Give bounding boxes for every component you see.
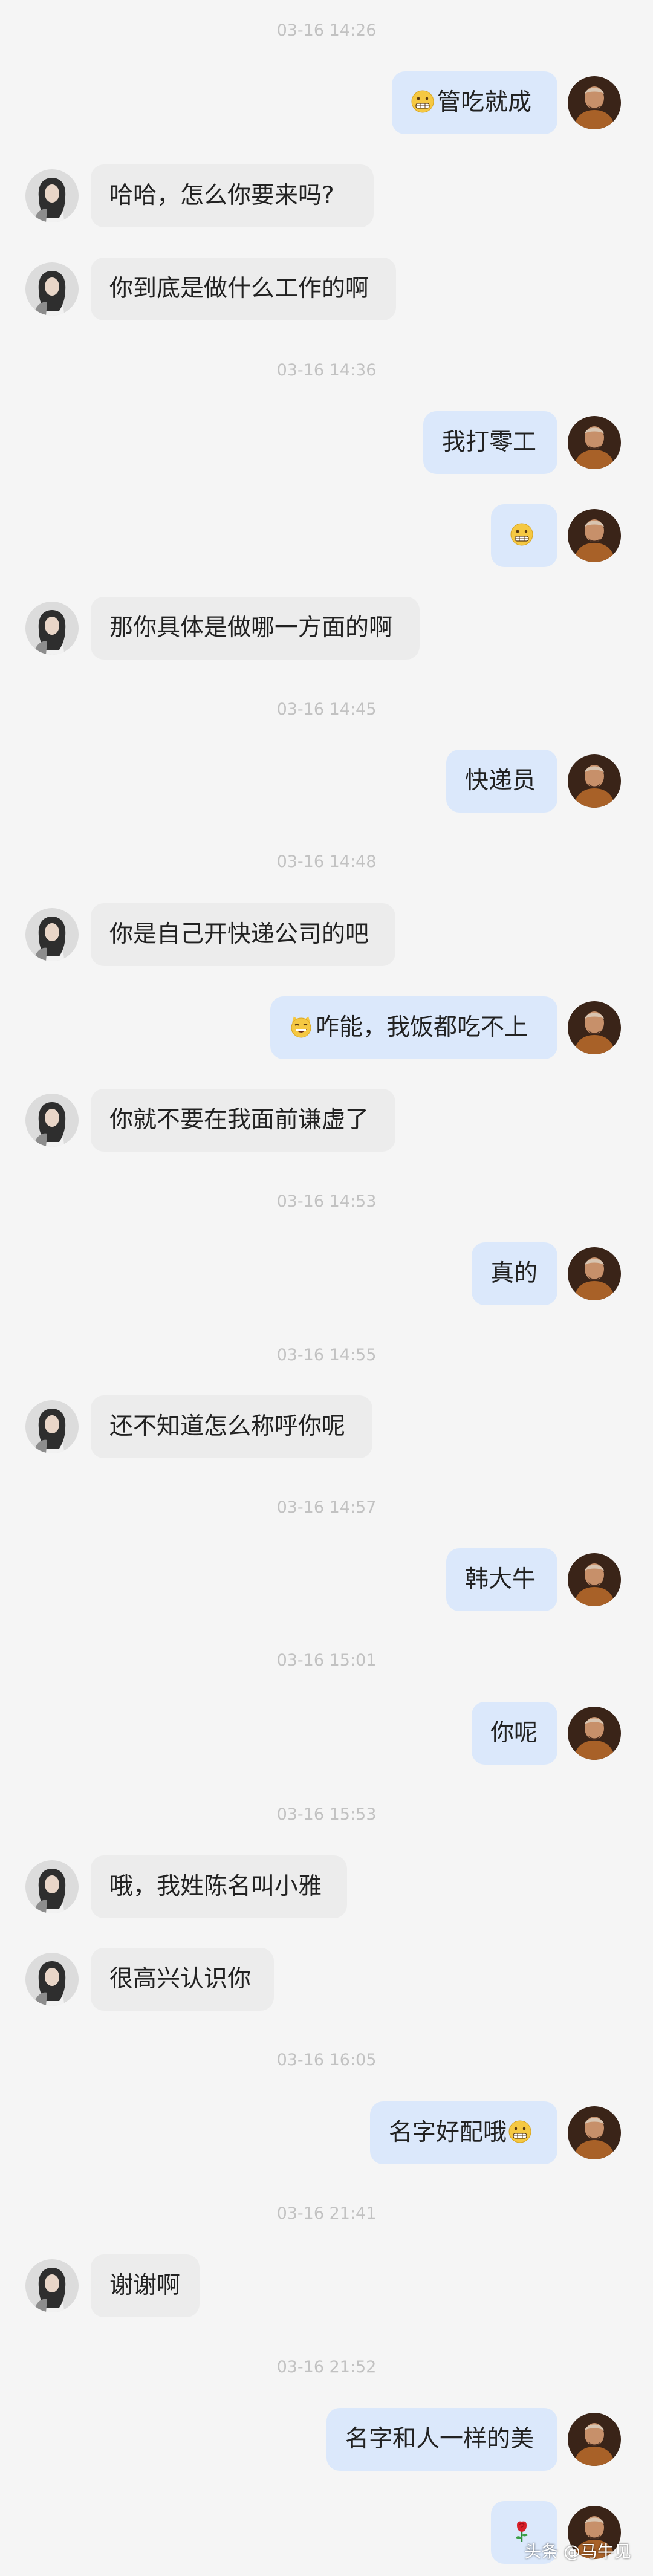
user-avatar[interactable] [568,416,621,469]
incoming-message: 你到底是做什么工作的啊 [0,258,653,320]
message-text: 你就不要在我面前谦虚了 [109,1106,369,1134]
message-bubble[interactable]: 我打零工 [423,411,557,474]
message-text: 名字和人一样的美 [345,2425,534,2453]
incoming-message: 你就不要在我面前谦虚了 [0,1089,653,1152]
contact-avatar[interactable] [25,262,79,316]
timestamp: 03-16 15:01 [276,1651,377,1670]
outgoing-message: 管吃就成 [0,71,653,134]
timestamp: 03-16 14:36 [276,361,377,380]
grimacing-face-icon [510,508,534,571]
incoming-message: 那你具体是做哪一方面的啊 [0,597,653,660]
message-bubble[interactable]: 管吃就成 [392,71,557,134]
message-text: 你呢 [490,1719,538,1747]
chat-view: 03-16 14:26 管吃就成哈哈，怎么你要来吗? 你到底是做什么工作的啊 03-1… [0,0,653,2576]
timestamp: 03-16 15:53 [276,1805,377,1824]
message-text: 名字好配哦 [389,2119,507,2146]
user-avatar[interactable] [568,509,621,562]
grinning-cat-icon [289,1000,313,1063]
user-avatar[interactable] [568,1553,621,1606]
outgoing-message: 咋能，我饭都吃不上 [0,996,653,1059]
user-avatar[interactable] [568,1707,621,1760]
user-avatar[interactable] [568,1247,621,1300]
message-bubble[interactable]: 那你具体是做哪一方面的啊 [91,597,420,660]
outgoing-message: 名字好配哦 [0,2101,653,2164]
message-text: 哦，我姓陈名叫小雅 [109,1873,322,1900]
timestamp: 03-16 21:41 [276,2204,377,2223]
contact-avatar[interactable] [25,908,79,961]
message-bubble[interactable]: 咋能，我饭都吃不上 [270,996,557,1059]
message-bubble[interactable]: 你是自己开快递公司的吧 [91,903,395,966]
grimacing-face-icon [508,2105,532,2168]
message-text: 我打零工 [442,429,537,456]
message-text: 咋能，我饭都吃不上 [316,1014,528,1041]
outgoing-message: 真的 [0,1242,653,1305]
message-bubble[interactable]: 谢谢啊 [91,2254,200,2317]
message-text: 真的 [490,1260,538,1287]
message-bubble[interactable]: 哈哈，怎么你要来吗? [91,164,374,227]
timestamp: 03-16 14:48 [276,852,377,871]
message-text: 管吃就成 [437,89,532,116]
timestamp: 03-16 14:53 [276,1192,377,1211]
message-bubble[interactable]: 你就不要在我面前谦虚了 [91,1089,395,1152]
contact-avatar[interactable] [25,169,79,222]
user-avatar[interactable] [568,1001,621,1054]
outgoing-message: 我打零工 [0,411,653,474]
contact-avatar[interactable] [25,1860,79,1913]
message-text: 哈哈，怎么你要来吗? [109,182,334,209]
contact-avatar[interactable] [25,1400,79,1453]
message-bubble[interactable]: 哦，我姓陈名叫小雅 [91,1855,347,1918]
message-text: 你是自己开快递公司的吧 [109,921,369,948]
message-text: 韩大牛 [465,1566,536,1593]
incoming-message: 谢谢啊 [0,2254,653,2317]
contact-avatar[interactable] [25,1953,79,2006]
message-bubble[interactable]: 你呢 [472,1702,557,1765]
contact-avatar[interactable] [25,2259,79,2312]
message-text: 快递员 [465,767,536,794]
timestamp: 03-16 14:45 [276,700,377,719]
contact-avatar[interactable] [25,1094,79,1147]
grimacing-face-icon [411,75,435,138]
outgoing-message: 韩大牛 [0,1548,653,1611]
message-bubble[interactable]: 很高兴认识你 [91,1948,274,2011]
user-avatar[interactable] [568,2413,621,2466]
user-avatar[interactable] [568,754,621,808]
message-text: 很高兴认识你 [109,1965,252,1993]
watermark: 头条 @马牛见 [524,2542,631,2561]
timestamp: 03-16 14:26 [276,21,377,40]
message-bubble[interactable]: 名字和人一样的美 [326,2408,557,2471]
message-text: 那你具体是做哪一方面的啊 [109,614,393,641]
outgoing-message: 你呢 [0,1702,653,1765]
incoming-message: 很高兴认识你 [0,1948,653,2011]
outgoing-message [0,504,653,567]
message-bubble[interactable]: 你到底是做什么工作的啊 [91,258,396,320]
incoming-message: 还不知道怎么称呼你呢 [0,1395,653,1458]
incoming-message: 你是自己开快递公司的吧 [0,903,653,966]
timestamp: 03-16 14:57 [276,1498,377,1517]
outgoing-message: 快递员 [0,750,653,813]
message-bubble[interactable]: 真的 [472,1242,557,1305]
incoming-message: 哦，我姓陈名叫小雅 [0,1855,653,1918]
outgoing-message: 名字和人一样的美 [0,2408,653,2471]
user-avatar[interactable] [568,76,621,129]
message-bubble[interactable]: 快递员 [446,750,557,813]
timestamp: 03-16 14:55 [276,1346,377,1364]
message-text: 你到底是做什么工作的啊 [109,275,369,302]
message-text: 还不知道怎么称呼你呢 [109,1413,346,1440]
message-text: 谢谢啊 [109,2272,181,2299]
incoming-message: 哈哈，怎么你要来吗? [0,164,653,227]
timestamp: 03-16 16:05 [276,2051,377,2069]
message-bubble[interactable]: 名字好配哦 [370,2101,557,2164]
message-bubble[interactable] [491,504,557,567]
user-avatar[interactable] [568,2106,621,2159]
message-bubble[interactable]: 韩大牛 [446,1548,557,1611]
contact-avatar[interactable] [25,602,79,655]
timestamp: 03-16 21:52 [276,2358,377,2376]
message-bubble[interactable]: 还不知道怎么称呼你呢 [91,1395,372,1458]
